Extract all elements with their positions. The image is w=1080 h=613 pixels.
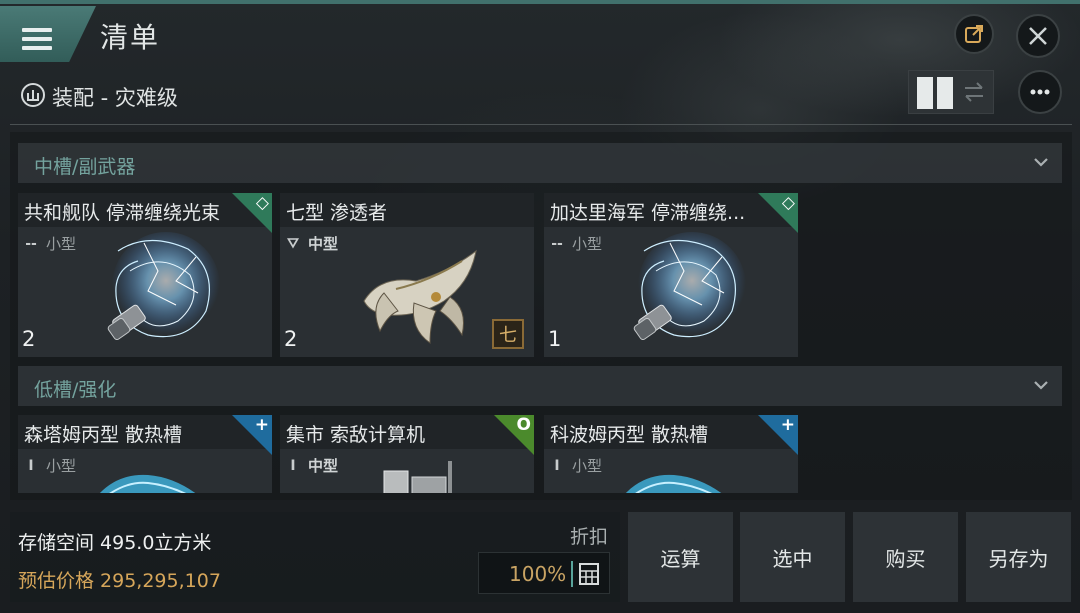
tech-level-mark: I [554, 457, 560, 474]
module-meta: ⛛ 中型 [284, 233, 338, 254]
module-card[interactable]: 森塔姆丙型 散热槽 + I 小型 [18, 415, 272, 493]
chevron-down-icon[interactable] [1032, 155, 1050, 169]
section-low-slots[interactable]: 低槽/强化 [18, 366, 1062, 406]
module-meta: -- 小型 [548, 233, 602, 254]
diamond-icon: ◇ [781, 193, 795, 213]
tech-level-mark: I [28, 457, 34, 474]
chevron-down-icon[interactable] [1032, 378, 1050, 392]
discount-input[interactable]: 100% [478, 552, 610, 594]
buy-button[interactable]: 购买 [853, 512, 958, 602]
module-size: 中型 [308, 457, 339, 475]
module-name: 集市 索敌计算机 [286, 424, 426, 446]
diamond-icon: ◇ [255, 193, 269, 213]
section-label: 低槽/强化 [34, 379, 117, 401]
faction-badge: 七 [492, 319, 524, 349]
module-card[interactable]: 加达里海军 停滞缠绕... ◇ -- 小型 1 [544, 193, 798, 357]
heat-sink-icon [100, 474, 196, 493]
more-button[interactable] [1018, 70, 1062, 114]
module-card[interactable]: 集市 索敌计算机 O I 中型 [280, 415, 534, 493]
module-name: 科波姆丙型 散热槽 [550, 424, 709, 446]
module-name: 七型 渗透者 [286, 202, 388, 224]
swap-view-icon[interactable] [961, 79, 987, 105]
view-toggle[interactable] [908, 70, 994, 114]
section-mid-slots[interactable]: 中槽/副武器 [18, 143, 1062, 183]
storage-volume: 存储空间 495.0立方米 [18, 532, 212, 554]
save-as-button[interactable]: 另存为 [966, 512, 1071, 602]
discount-divider [571, 561, 573, 587]
module-size: 中型 [308, 235, 339, 253]
export-icon [965, 25, 983, 43]
circle-icon: O [516, 415, 531, 435]
module-card[interactable]: 科波姆丙型 散热槽 + I 小型 [544, 415, 798, 493]
hamburger-icon [22, 28, 52, 50]
module-size: 小型 [46, 457, 77, 475]
heat-sink-icon [626, 474, 722, 493]
page-title: 清单 [100, 21, 161, 54]
grid-view-icon[interactable] [917, 77, 953, 109]
module-quantity: 2 [22, 327, 36, 351]
module-size: 小型 [572, 457, 603, 475]
fitting-icon [21, 83, 45, 107]
module-meta: I 中型 [284, 455, 338, 476]
module-name: 森塔姆丙型 散热槽 [24, 424, 183, 446]
fitting-list-panel[interactable]: 中槽/副武器 共和舰队 停滞缠绕光束 ◇ -- 小型 2 七型 渗透者 ⛛ 中型… [10, 132, 1072, 500]
calculate-button[interactable]: 运算 [628, 512, 733, 602]
tech-level-mark: ⛛ [287, 235, 299, 252]
tech-level-mark: I [290, 457, 296, 474]
fitting-subtitle: 装配 - 灾难级 [52, 86, 178, 110]
top-accent-line [0, 0, 1080, 4]
header-divider [10, 124, 1072, 125]
module-quantity: 1 [548, 327, 562, 351]
module-card[interactable]: 共和舰队 停滞缠绕光束 ◇ -- 小型 2 [18, 193, 272, 357]
plus-icon: + [254, 415, 269, 435]
module-size: 小型 [572, 235, 603, 253]
discount-label: 折扣 [570, 526, 609, 548]
plus-icon: + [780, 415, 795, 435]
export-button[interactable] [954, 14, 994, 54]
discount-value[interactable]: 100% [509, 562, 566, 586]
module-meta: -- 小型 [22, 233, 76, 254]
estimated-price: 预估价格 295,295,107 [18, 570, 221, 592]
module-meta: I 小型 [548, 455, 602, 476]
summary-panel: 存储空间 495.0立方米 预估价格 295,295,107 折扣 100% [10, 512, 620, 602]
close-button[interactable] [1016, 14, 1060, 58]
module-size: 小型 [46, 235, 77, 253]
tech-level-mark: -- [551, 235, 563, 252]
module-name: 加达里海军 停滞缠绕... [550, 202, 746, 224]
module-meta: I 小型 [22, 455, 76, 476]
more-icon [1030, 89, 1050, 95]
stasis-web-icon [633, 232, 746, 341]
module-quantity: 2 [284, 327, 298, 351]
module-card[interactable]: 七型 渗透者 ⛛ 中型 七 2 [280, 193, 534, 357]
calculator-icon[interactable] [579, 563, 599, 585]
drone-icon [363, 249, 477, 344]
select-button[interactable]: 选中 [740, 512, 845, 602]
stasis-web-icon [107, 232, 220, 341]
close-icon [1029, 27, 1047, 45]
module-name: 共和舰队 停滞缠绕光束 [24, 202, 221, 224]
section-label: 中槽/副武器 [34, 156, 136, 178]
targeting-computer-icon [383, 461, 452, 493]
tech-level-mark: -- [25, 235, 37, 252]
